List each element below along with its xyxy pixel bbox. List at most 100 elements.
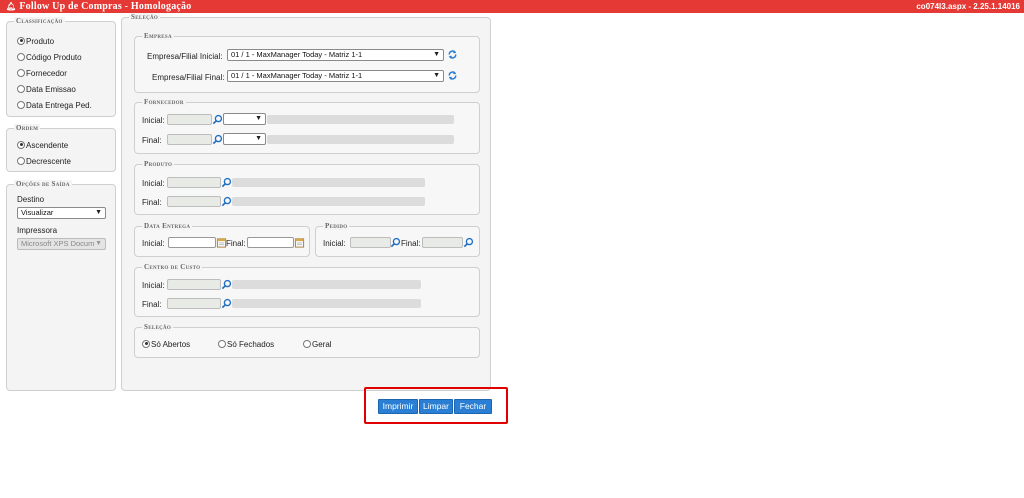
- data-entrega-final-label: Final:: [226, 239, 246, 248]
- empresa-final-label: Empresa/Filial Final:: [152, 73, 225, 82]
- search-icon[interactable]: [221, 298, 232, 309]
- destino-label: Destino: [17, 195, 45, 204]
- radio-dot-icon[interactable]: [17, 84, 25, 93]
- data-entrega-group: Data Entrega Inicial: Final:: [134, 222, 310, 257]
- produto-legend: Produto: [142, 160, 175, 168]
- search-icon[interactable]: [221, 177, 232, 188]
- radio-fornecedor[interactable]: Fornecedor: [17, 68, 67, 78]
- chevron-down-icon: ▼: [433, 51, 440, 58]
- imprimir-button[interactable]: Imprimir: [378, 399, 418, 414]
- search-icon[interactable]: [212, 134, 223, 145]
- empresa-inicial-select[interactable]: 01 / 1 - MaxManager Today - Matriz 1-1 ▼: [227, 49, 444, 61]
- environment-label: Homologação: [130, 1, 192, 12]
- destino-select[interactable]: Visualizar ▼: [17, 207, 106, 219]
- radio-dot-icon[interactable]: [17, 140, 25, 149]
- radio-decrescente[interactable]: Decrescente: [17, 156, 71, 166]
- opcoes-saida-legend: Opções de Saída: [14, 180, 72, 188]
- selecao-legend: Seleção: [129, 13, 161, 21]
- ordem-legend: Ordem: [14, 124, 41, 132]
- fechar-button[interactable]: Fechar: [454, 399, 492, 414]
- fornecedor-final-name: [267, 135, 454, 144]
- chevron-down-icon: ▼: [95, 209, 102, 216]
- selecao-status-group: Seleção Só Abertos Só Fechados Geral: [134, 323, 480, 358]
- radio-geral[interactable]: Geral: [303, 339, 332, 349]
- radio-ascendente[interactable]: Ascendente: [17, 140, 68, 150]
- fornecedor-inicial-type-select[interactable]: ▼: [223, 113, 266, 125]
- data-entrega-legend: Data Entrega: [142, 222, 193, 230]
- radio-so-abertos[interactable]: Só Abertos: [142, 339, 190, 349]
- fornecedor-inicial-name: [267, 115, 454, 124]
- radio-dot-icon[interactable]: [17, 68, 25, 77]
- produto-final-label: Final:: [142, 198, 162, 207]
- data-entrega-final-input[interactable]: [247, 237, 294, 248]
- empresa-legend: Empresa: [142, 32, 174, 40]
- classificacao-legend: Classificação: [14, 17, 65, 25]
- centro-custo-final-label: Final:: [142, 300, 162, 309]
- radio-dot-icon[interactable]: [17, 36, 25, 45]
- search-icon[interactable]: [221, 279, 232, 290]
- produto-inicial-input[interactable]: [167, 177, 221, 188]
- pedido-legend: Pedido: [323, 222, 350, 230]
- radio-so-fechados[interactable]: Só Fechados: [218, 339, 274, 349]
- impressora-select: Microsoft XPS Docum ▼: [17, 238, 106, 250]
- opcoes-saida-group: Opções de Saída Destino Visualizar ▼ Impr…: [6, 180, 116, 391]
- radio-codigo-produto[interactable]: Código Produto: [17, 52, 82, 62]
- refresh-icon[interactable]: [447, 70, 458, 81]
- fornecedor-inicial-label: Inicial:: [142, 116, 165, 125]
- calendar-icon[interactable]: [294, 237, 305, 248]
- fornecedor-inicial-input[interactable]: [167, 114, 212, 125]
- radio-dot-icon[interactable]: [17, 100, 25, 109]
- radio-dot-icon[interactable]: [303, 339, 311, 348]
- produto-inicial-label: Inicial:: [142, 179, 165, 188]
- chevron-down-icon: ▼: [255, 135, 262, 142]
- centro-custo-legend: Centro de Custo: [142, 263, 203, 271]
- produto-final-name: [232, 197, 425, 206]
- pedido-group: Pedido Inicial: Final:: [315, 222, 480, 257]
- pedido-inicial-label: Inicial:: [323, 239, 346, 248]
- chevron-down-icon: ▼: [433, 72, 440, 79]
- produto-group: Produto Inicial: Final:: [134, 160, 480, 215]
- empresa-inicial-label: Empresa/Filial Inicial:: [147, 52, 223, 61]
- pedido-inicial-input[interactable]: [350, 237, 391, 248]
- radio-data-entrega-ped[interactable]: Data Entrega Ped.: [17, 100, 92, 110]
- bell-icon: 🔔︎: [6, 2, 17, 11]
- produto-final-input[interactable]: [167, 196, 221, 207]
- classificacao-group: Classificação Produto Código Produto For…: [6, 17, 116, 117]
- radio-dot-icon[interactable]: [17, 52, 25, 61]
- centro-custo-inicial-label: Inicial:: [142, 281, 165, 290]
- centro-custo-group: Centro de Custo Inicial: Final:: [134, 263, 480, 317]
- data-entrega-inicial-label: Inicial:: [142, 239, 165, 248]
- search-icon[interactable]: [221, 196, 232, 207]
- fornecedor-group: Fornecedor Inicial: ▼ Final: ▼: [134, 98, 480, 154]
- centro-custo-inicial-input[interactable]: [167, 279, 221, 290]
- pedido-final-input[interactable]: [422, 237, 463, 248]
- fornecedor-final-label: Final:: [142, 136, 162, 145]
- refresh-icon[interactable]: [447, 49, 458, 60]
- radio-dot-icon[interactable]: [142, 339, 150, 348]
- ordem-group: Ordem Ascendente Decrescente: [6, 124, 116, 172]
- radio-dot-icon[interactable]: [17, 156, 25, 165]
- selecao-status-legend: Seleção: [142, 323, 174, 331]
- search-icon[interactable]: [212, 114, 223, 125]
- search-icon[interactable]: [390, 237, 401, 248]
- radio-dot-icon[interactable]: [218, 339, 226, 348]
- centro-custo-final-input[interactable]: [167, 298, 221, 309]
- title-bar: 🔔︎ Follow Up de Compras - Homologação co0…: [0, 0, 1024, 13]
- empresa-group: Empresa Empresa/Filial Inicial: 01 / 1 -…: [134, 32, 480, 93]
- data-entrega-inicial-input[interactable]: [168, 237, 216, 248]
- chevron-down-icon: ▼: [255, 115, 262, 122]
- fornecedor-final-input[interactable]: [167, 134, 212, 145]
- fornecedor-legend: Fornecedor: [142, 98, 186, 106]
- pedido-final-label: Final:: [401, 239, 421, 248]
- empresa-final-select[interactable]: 01 / 1 - MaxManager Today - Matriz 1-1 ▼: [227, 70, 444, 82]
- radio-produto[interactable]: Produto: [17, 36, 54, 46]
- centro-custo-final-name: [232, 299, 421, 308]
- centro-custo-inicial-name: [232, 280, 421, 289]
- chevron-down-icon: ▼: [95, 239, 102, 249]
- version-label: co074l3.aspx - 2.25.1.14016: [916, 2, 1020, 11]
- fornecedor-final-type-select[interactable]: ▼: [223, 133, 266, 145]
- search-icon[interactable]: [463, 237, 474, 248]
- limpar-button[interactable]: Limpar: [419, 399, 453, 414]
- page-title: 🔔︎ Follow Up de Compras - Homologação: [6, 1, 192, 12]
- radio-data-emissao[interactable]: Data Emissao: [17, 84, 76, 94]
